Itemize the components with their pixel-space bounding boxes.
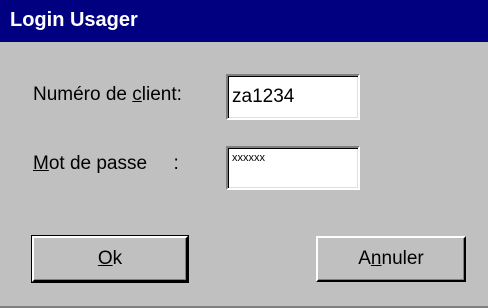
ok-button[interactable]: Ok <box>31 235 189 283</box>
password-label-text: ot de passe : <box>48 153 179 174</box>
title-bar[interactable]: Login Usager <box>0 0 488 42</box>
cancel-button-label: Annuler <box>358 248 424 270</box>
cancel-mnemonic: n <box>370 248 382 269</box>
password-label-mnemonic: M <box>33 153 49 174</box>
cancel-button[interactable]: Annuler <box>316 236 466 282</box>
password-input[interactable] <box>228 148 358 168</box>
client-number-field[interactable] <box>226 74 360 120</box>
client-number-input[interactable] <box>228 76 358 118</box>
client-label-mnemonic: c <box>132 84 142 105</box>
dialog-title: Login Usager <box>10 9 138 31</box>
ok-mnemonic: O <box>97 248 113 269</box>
client-number-label: Numéro de client: <box>33 84 182 106</box>
login-dialog: Login Usager Numéro de client: Mot de pa… <box>0 0 488 308</box>
password-label: Mot de passe : <box>33 153 179 175</box>
ok-label-rest: k <box>112 248 123 269</box>
password-field[interactable] <box>226 146 360 190</box>
ok-button-label: Ok <box>98 248 122 270</box>
cancel-label-text-2: nuler <box>381 248 424 269</box>
client-label-text-2: lient: <box>141 84 182 105</box>
client-label-text-1: Numéro de <box>33 84 133 105</box>
cancel-label-text-1: A <box>358 248 371 269</box>
